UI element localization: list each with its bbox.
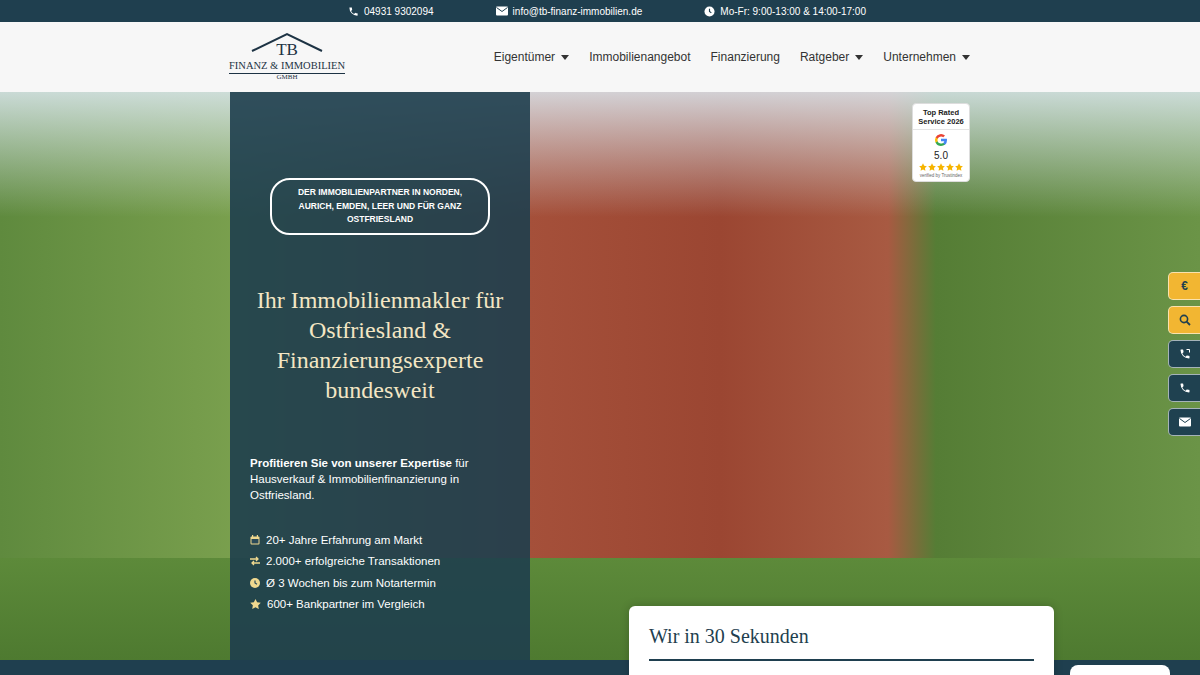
hero: DER IMMOBILIENPARTNER IN NORDEN, AURICH,… <box>0 92 1200 660</box>
strip-button[interactable] <box>1070 665 1170 675</box>
nav-item[interactable]: Immobilienangebot <box>589 50 690 64</box>
stat-item: 600+ Bankpartner im Vergleich <box>250 593 510 615</box>
star-icon <box>946 163 954 171</box>
phone-icon <box>1179 382 1191 394</box>
nav-item[interactable]: Finanzierung <box>711 50 780 64</box>
star-icon <box>250 599 261 609</box>
phone-icon <box>348 6 359 17</box>
phone-link[interactable]: 04931 9302094 <box>348 6 434 17</box>
page: 04931 9302094 info@tb-finanz-immobilien.… <box>0 0 1200 675</box>
mail-icon <box>1179 417 1191 427</box>
stat-item: 2.000+ erfolgreiche Transaktionen <box>250 550 510 572</box>
main-nav: Eigentümer Immobilienangebot Finanzierun… <box>494 50 970 64</box>
euro-label: € <box>1181 279 1188 293</box>
star-icon <box>937 163 945 171</box>
stats-list: 20+ Jahre Erfahrung am Markt 2.000+ erfo… <box>250 529 510 615</box>
nav-item[interactable]: Eigentümer <box>494 50 569 64</box>
caret-down-icon <box>561 55 569 60</box>
logo-name: FINANZ & IMMOBILIEN <box>229 60 345 74</box>
rating-score: 5.0 <box>934 150 948 161</box>
caret-down-icon <box>962 55 970 60</box>
hero-title: Ihr Immobilienmakler für Ostfriesland & … <box>250 285 510 405</box>
side-button[interactable]: € <box>1168 272 1200 300</box>
star-icon <box>928 163 936 171</box>
side-button[interactable] <box>1168 374 1200 402</box>
rating-verified: verified by Trustindex <box>920 173 963 178</box>
rating-title: Top Rated Service 2026 <box>913 108 969 130</box>
side-button[interactable] <box>1168 408 1200 436</box>
star-icon <box>919 163 927 171</box>
email-link[interactable]: info@tb-finanz-immobilien.de <box>496 6 643 17</box>
clock-icon <box>250 578 260 588</box>
stat-item: Ø 3 Wochen bis zum Notartermin <box>250 572 510 594</box>
logo[interactable]: TB FINANZ & IMMOBILIEN GMBH <box>230 32 344 81</box>
mail-icon <box>496 6 508 16</box>
hero-intro: Profitieren Sie von unserer Expertise fü… <box>250 455 510 503</box>
star-icon <box>955 163 963 171</box>
opening-hours: Mo-Fr: 9:00-13:00 & 14:00-17:00 <box>704 6 866 17</box>
video-card[interactable]: Wir in 30 Sekunden <box>629 606 1054 675</box>
side-buttons: € <box>1168 272 1200 436</box>
side-button[interactable] <box>1168 340 1200 368</box>
region-badge: DER IMMOBILIENPARTNER IN NORDEN, AURICH,… <box>270 178 490 235</box>
hero-panel: DER IMMOBILIENPARTNER IN NORDEN, AURICH,… <box>230 92 530 660</box>
rating-badge[interactable]: Top Rated Service 2026 5.0 verified by T… <box>912 103 970 182</box>
side-button[interactable] <box>1168 306 1200 334</box>
rating-stars <box>919 163 963 171</box>
caret-down-icon <box>855 55 863 60</box>
calendar-icon <box>250 535 260 545</box>
top-bar: 04931 9302094 info@tb-finanz-immobilien.… <box>0 0 1200 22</box>
nav-item[interactable]: Unternehmen <box>883 50 970 64</box>
callback-icon <box>1179 348 1191 360</box>
clock-icon <box>704 6 715 17</box>
hero-photo <box>0 92 1200 660</box>
transfer-icon <box>250 556 260 566</box>
logo-suffix: GMBH <box>276 74 297 82</box>
google-icon <box>933 132 949 148</box>
search-icon <box>1179 314 1191 326</box>
video-card-title: Wir in 30 Sekunden <box>649 623 1034 649</box>
nav-item[interactable]: Ratgeber <box>800 50 863 64</box>
stat-item: 20+ Jahre Erfahrung am Markt <box>250 529 510 551</box>
header: TB FINANZ & IMMOBILIEN GMBH Eigentümer I… <box>0 22 1200 92</box>
logo-monogram: TB <box>230 41 344 58</box>
